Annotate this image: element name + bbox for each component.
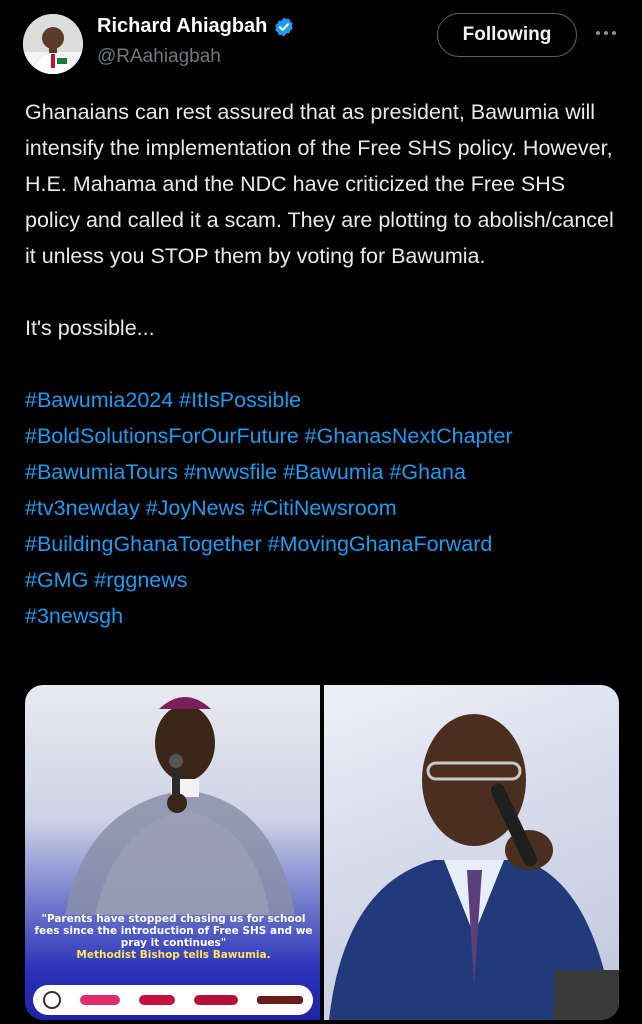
station-logo-icon [138, 995, 175, 1005]
media-image-bawumia[interactable] [324, 685, 619, 1020]
station-logo-icon [79, 995, 120, 1005]
media-logo-bar [33, 985, 313, 1015]
tweet-paragraph-1: Ghanaians can rest assured that as presi… [25, 100, 614, 268]
author-handle[interactable]: @RAahiagbah [97, 46, 221, 68]
hashtag-line[interactable]: #BawumiaTours #nwwsfile #Bawumia #Ghana [25, 454, 625, 490]
tweet-text: Ghanaians can rest assured that as presi… [25, 94, 625, 634]
media-grid: "Parents have stopped chasing us for sch… [25, 685, 619, 1020]
station-logo-icon [42, 991, 61, 1009]
hashtag-line[interactable]: #BuildingGhanaTogether #MovingGhanaForwa… [25, 526, 625, 562]
dot [596, 31, 600, 35]
hashtag-line[interactable]: #3newsgh [25, 598, 625, 634]
hashtag-line[interactable]: #GMG #rggnews [25, 562, 625, 598]
hashtag-line[interactable]: #BoldSolutionsForOurFuture #GhanasNextCh… [25, 418, 625, 454]
author-name-row: Richard Ahiagbah [97, 15, 295, 38]
image-quote: "Parents have stopped chasing us for sch… [31, 913, 316, 961]
quote-attribution: Methodist Bishop tells Bawumia. [76, 949, 271, 961]
hashtag-list: #Bawumia2024 #ItIsPossible #BoldSolution… [25, 382, 625, 634]
hashtag-line[interactable]: #Bawumia2024 #ItIsPossible [25, 382, 625, 418]
media-image-bishop[interactable]: "Parents have stopped chasing us for sch… [25, 685, 320, 1020]
hashtag-line[interactable]: #tv3newday #JoyNews #CitiNewsroom [25, 490, 625, 526]
author-name[interactable]: Richard Ahiagbah [97, 15, 267, 38]
following-button[interactable]: Following [437, 13, 577, 57]
dot [604, 31, 608, 35]
tweet-paragraph-2: It's possible... [25, 316, 155, 340]
verified-badge-icon [275, 16, 294, 37]
quote-text: "Parents have stopped chasing us for sch… [34, 913, 313, 949]
tweet-header: Richard Ahiagbah @RAahiagbah Following [0, 0, 642, 80]
station-logo-icon [194, 995, 239, 1005]
station-logo-icon [257, 996, 304, 1004]
more-options-icon[interactable] [592, 22, 620, 44]
author-avatar[interactable] [23, 14, 83, 74]
dot [612, 31, 616, 35]
